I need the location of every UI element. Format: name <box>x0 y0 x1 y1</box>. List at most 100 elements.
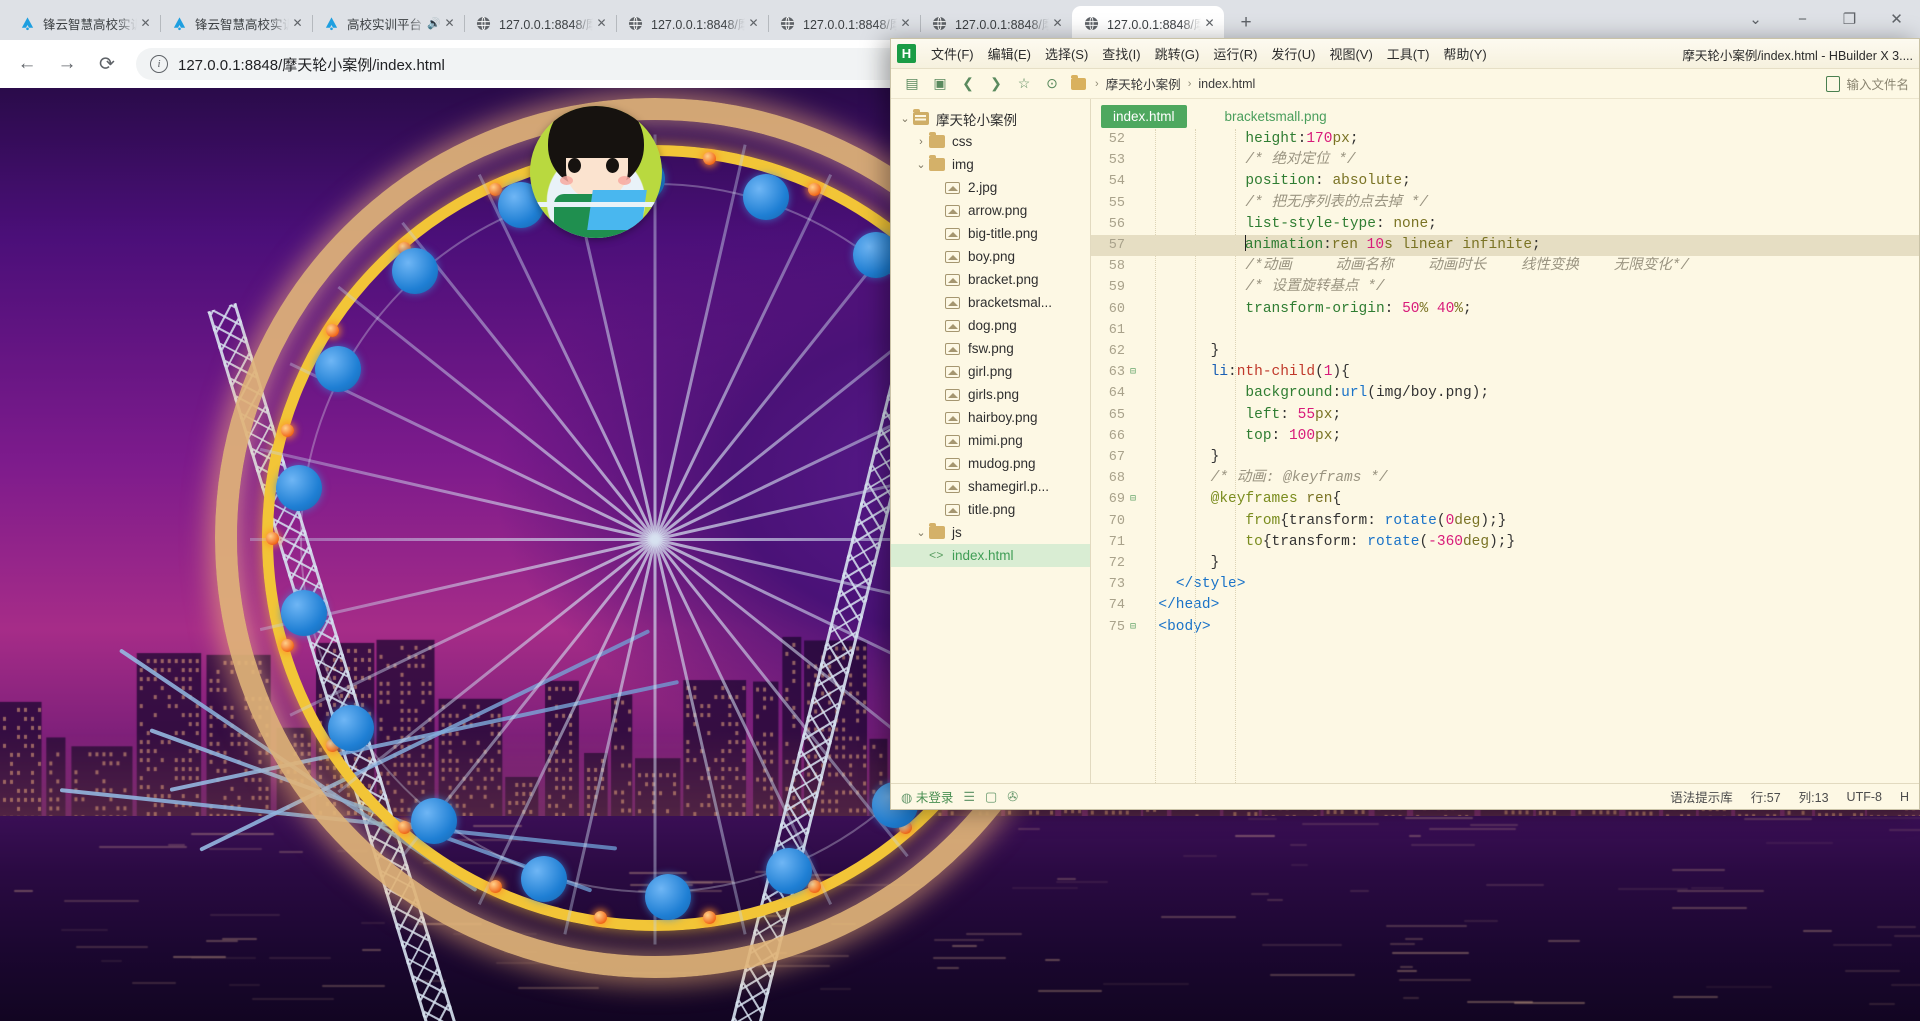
tab-close-button[interactable]: ✕ <box>1201 15 1218 32</box>
code-line-72[interactable]: 72 } <box>1091 553 1919 574</box>
code-line-73[interactable]: 73 </style> <box>1091 574 1919 595</box>
menu-item-2[interactable]: 选择(S) <box>1038 40 1095 67</box>
browser-tab-5[interactable]: 127.0.0.1:8848/摩 ✕ <box>768 6 921 40</box>
terminal-icon[interactable]: ▢ <box>985 789 997 805</box>
browser-tab-0[interactable]: 锋云智慧高校实训 ✕ <box>8 6 161 40</box>
language-label[interactable]: H <box>1900 790 1909 804</box>
breadcrumb-item-file[interactable]: index.html <box>1195 77 1258 91</box>
code-line-74[interactable]: 74 </head> <box>1091 595 1919 616</box>
code-line-58[interactable]: 58 /*动画 动画名称 动画时长 线性变换 无限变化*/ <box>1091 256 1919 277</box>
tree-item-dog-png[interactable]: dog.png <box>891 314 1090 337</box>
tree-item-mudog-png[interactable]: mudog.png <box>891 452 1090 475</box>
menu-item-3[interactable]: 查找(I) <box>1095 40 1147 67</box>
encoding-label[interactable]: UTF-8 <box>1847 790 1882 804</box>
code-line-69[interactable]: 69 ⊟ @keyframes ren{ <box>1091 489 1919 510</box>
browser-tab-3[interactable]: 127.0.0.1:8848/摩 ✕ <box>464 6 617 40</box>
fold-toggle-icon[interactable]: ⊟ <box>1125 617 1141 638</box>
run-icon[interactable]: ⊙ <box>1039 72 1065 96</box>
project-file-tree[interactable]: ⌄ 摩天轮小案例 › css ⌄ img 2.jpg arrow.png big-title.p… <box>891 99 1091 783</box>
site-info-icon[interactable]: i <box>150 55 168 73</box>
browser-tab-7[interactable]: 127.0.0.1:8848/摩 ✕ <box>1072 6 1224 40</box>
toggle-sidebar-icon[interactable]: ▤ <box>899 72 925 96</box>
code-line-54[interactable]: 54 position: absolute; <box>1091 171 1919 192</box>
login-status[interactable]: ◍ 未登录 <box>901 787 953 806</box>
tree-item-js[interactable]: ⌄ js <box>891 521 1090 544</box>
editor-tab-bracketsmall-png[interactable]: bracketsmall.png <box>1213 105 1339 128</box>
back-icon[interactable]: ❮ <box>955 72 981 96</box>
code-line-67[interactable]: 67 } <box>1091 447 1919 468</box>
filename-input-group[interactable]: 输入文件名 <box>1826 74 1919 93</box>
code-line-52[interactable]: 52 height:170px; <box>1091 129 1919 150</box>
tab-audio-icon[interactable]: 🔊 <box>427 17 441 30</box>
close-window-button[interactable]: ✕ <box>1873 0 1920 38</box>
code-editor[interactable]: 52 height:170px; 53 /* 绝对定位 */54 position… <box>1091 129 1919 783</box>
tree-item-mimi-png[interactable]: mimi.png <box>891 429 1090 452</box>
bookmark-icon[interactable]: ☆ <box>1011 72 1037 96</box>
tree-item-css[interactable]: › css <box>891 130 1090 153</box>
tree-item--[interactable]: ⌄ 摩天轮小案例 <box>891 107 1090 130</box>
tree-item-shamegirl-p-[interactable]: shamegirl.p... <box>891 475 1090 498</box>
tree-item-boy-png[interactable]: boy.png <box>891 245 1090 268</box>
new-tab-button[interactable]: + <box>1230 7 1262 39</box>
syntax-library-label[interactable]: 语法提示库 <box>1670 787 1733 806</box>
tree-item-title-png[interactable]: title.png <box>891 498 1090 521</box>
maximize-button[interactable]: ❐ <box>1826 0 1873 38</box>
tab-close-button[interactable]: ✕ <box>441 15 458 32</box>
code-line-57[interactable]: 57 animation:ren 10s linear infinite; <box>1091 235 1919 257</box>
tree-item-hairboy-png[interactable]: hairboy.png <box>891 406 1090 429</box>
tree-item-index-html[interactable]: <> index.html <box>891 544 1090 567</box>
menu-item-0[interactable]: 文件(F) <box>924 40 981 67</box>
browser-tab-6[interactable]: 127.0.0.1:8848/摩 ✕ <box>920 6 1072 40</box>
chevron-down-icon[interactable]: ⌄ <box>913 526 929 539</box>
tree-item-girls-png[interactable]: girls.png <box>891 383 1090 406</box>
browser-tab-1[interactable]: 锋云智慧高校实训 ✕ <box>160 6 313 40</box>
tab-close-button[interactable]: ✕ <box>1049 15 1066 32</box>
back-button[interactable]: ← <box>10 47 44 81</box>
code-line-63[interactable]: 63 ⊟ li:nth-child(1){ <box>1091 362 1919 383</box>
minimize-button[interactable]: − <box>1779 0 1826 38</box>
tree-item-arrow-png[interactable]: arrow.png <box>891 199 1090 222</box>
code-line-61[interactable]: 61 <box>1091 320 1919 341</box>
tree-item-fsw-png[interactable]: fsw.png <box>891 337 1090 360</box>
code-line-68[interactable]: 68 /* 动画: @keyframs */ <box>1091 468 1919 489</box>
tree-item-img[interactable]: ⌄ img <box>891 153 1090 176</box>
code-line-55[interactable]: 55 /* 把无序列表的点去掉 */ <box>1091 193 1919 214</box>
tree-item-bracketsmal-[interactable]: bracketsmal... <box>891 291 1090 314</box>
code-line-60[interactable]: 60 transform-origin: 50% 40%; <box>1091 299 1919 320</box>
browser-tab-2[interactable]: 高校实训平台 🔊 ✕ <box>312 6 465 40</box>
code-line-62[interactable]: 62 } <box>1091 341 1919 362</box>
menu-item-6[interactable]: 发行(U) <box>1264 40 1322 67</box>
code-line-71[interactable]: 71 to{transform: rotate(-360deg);} <box>1091 532 1919 553</box>
tab-close-button[interactable]: ✕ <box>289 15 306 32</box>
menu-item-8[interactable]: 工具(T) <box>1380 40 1437 67</box>
fold-toggle-icon[interactable]: ⊟ <box>1125 362 1141 383</box>
tab-close-button[interactable]: ✕ <box>897 15 914 32</box>
chevron-right-icon[interactable]: › <box>913 136 929 148</box>
code-line-75[interactable]: 75 ⊟ <body> <box>1091 617 1919 638</box>
browser-tab-4[interactable]: 127.0.0.1:8848/摩 ✕ <box>616 6 769 40</box>
menu-item-1[interactable]: 编辑(E) <box>981 40 1038 67</box>
menu-item-5[interactable]: 运行(R) <box>1206 40 1264 67</box>
code-line-56[interactable]: 56 list-style-type: none; <box>1091 214 1919 235</box>
tree-item-2-jpg[interactable]: 2.jpg <box>891 176 1090 199</box>
tree-item-big-title-png[interactable]: big-title.png <box>891 222 1090 245</box>
menu-item-7[interactable]: 视图(V) <box>1322 40 1379 67</box>
forward-button[interactable]: → <box>50 47 84 81</box>
fold-toggle-icon[interactable]: ⊟ <box>1125 489 1141 510</box>
code-line-53[interactable]: 53 /* 绝对定位 */ <box>1091 150 1919 171</box>
code-line-70[interactable]: 70 from{transform: rotate(0deg);} <box>1091 511 1919 532</box>
tab-search-icon[interactable]: ⌄ <box>1732 0 1779 38</box>
editor-tab-index-html[interactable]: index.html <box>1101 104 1187 128</box>
tree-item-girl-png[interactable]: girl.png <box>891 360 1090 383</box>
tab-close-button[interactable]: ✕ <box>745 15 762 32</box>
forward-icon[interactable]: ❯ <box>983 72 1009 96</box>
outline-icon[interactable]: ☰ <box>963 789 975 805</box>
menu-item-9[interactable]: 帮助(Y) <box>1436 40 1493 67</box>
new-file-icon[interactable] <box>1826 75 1841 92</box>
chevron-down-icon[interactable]: ⌄ <box>913 158 929 171</box>
code-line-59[interactable]: 59 /* 设置旋转基点 */ <box>1091 277 1919 298</box>
tab-close-button[interactable]: ✕ <box>593 15 610 32</box>
breadcrumb-item-project[interactable]: 摩天轮小案例 <box>1103 74 1184 93</box>
reload-button[interactable]: ⟳ <box>90 47 124 81</box>
save-icon[interactable]: ▣ <box>927 72 953 96</box>
